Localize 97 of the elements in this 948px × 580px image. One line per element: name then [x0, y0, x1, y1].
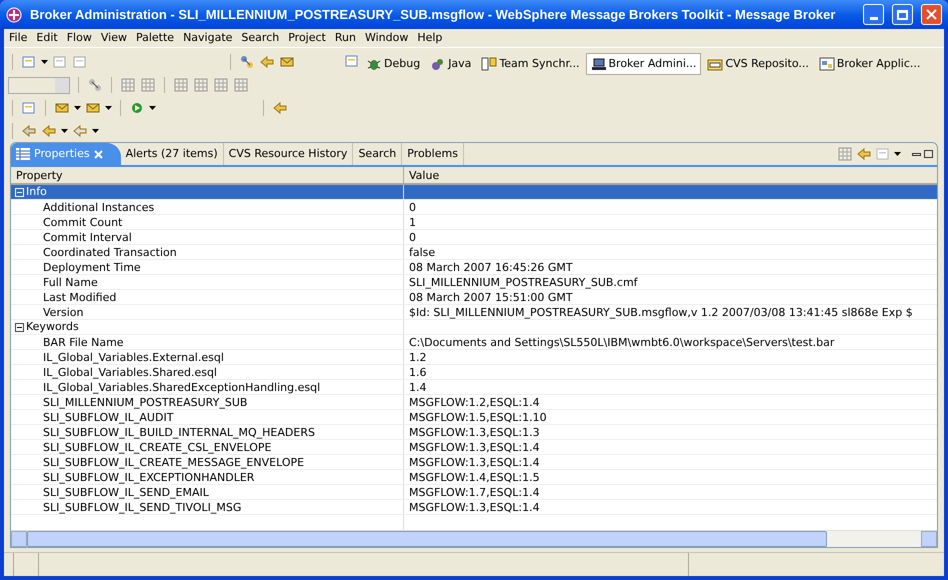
collapse-icon[interactable]	[15, 322, 24, 332]
menu-item[interactable]: Edit	[36, 30, 58, 46]
dropdown-arrow-icon[interactable]	[149, 106, 156, 110]
property-value: MSGFLOW:1.2,ESQL:1.4	[409, 396, 540, 409]
property-name: SLI_SUBFLOW_IL_AUDIT	[43, 411, 174, 424]
dropdown-arrow-icon[interactable]	[61, 129, 68, 133]
perspective-tab[interactable]: Broker Applic...	[814, 53, 924, 75]
application-icon	[818, 56, 835, 72]
menu-item[interactable]: View	[100, 30, 127, 46]
menu-item[interactable]: Window	[364, 30, 408, 46]
property-value: 08 March 2007 16:45:26 GMT	[409, 261, 573, 274]
menu-item[interactable]: Navigate	[183, 30, 232, 46]
back-icon[interactable]	[21, 123, 37, 139]
perspective-tab[interactable]: Debug	[362, 53, 424, 75]
close-icon[interactable]	[926, 9, 937, 20]
property-value: MSGFLOW:1.7,ESQL:1.4	[409, 486, 540, 499]
property-name: Full Name	[43, 276, 98, 289]
menu-item[interactable]: Help	[417, 30, 442, 46]
property-name: Additional Instances	[43, 201, 154, 214]
view-tab[interactable]: Alerts (27 items)	[120, 143, 224, 165]
close-button[interactable]	[921, 4, 942, 25]
horizontal-scrollbar[interactable]	[11, 530, 937, 547]
grid-icon[interactable]	[140, 77, 156, 93]
arrow-icon[interactable]	[259, 54, 275, 70]
perspective-tab[interactable]: CVS Reposito...	[703, 53, 813, 75]
column-header[interactable]: Value	[404, 167, 937, 183]
property-name: Commit Count	[43, 216, 122, 229]
menu-item[interactable]: Search	[241, 30, 280, 46]
property-name: SLI_SUBFLOW_IL_SEND_TIVOLI_MSG	[43, 501, 242, 514]
property-value: 1.2	[409, 351, 426, 364]
minimize-button[interactable]	[863, 4, 884, 25]
perspective-tab[interactable]: Team Synchr...	[477, 53, 584, 75]
menu-item[interactable]: Palette	[136, 30, 174, 46]
property-value: 0	[409, 201, 416, 214]
property-value: MSGFLOW:1.3,ESQL:1.4	[409, 501, 540, 514]
property-name: SLI_SUBFLOW_IL_EXCEPTIONHANDLER	[43, 471, 254, 484]
property-name: Deployment Time	[43, 261, 141, 274]
property-value: SLI_MILLENNIUM_POSTREASURY_SUB.cmf	[409, 276, 638, 289]
property-value: MSGFLOW:1.3,ESQL:1.3	[409, 426, 540, 439]
perspective-tab[interactable]: Java	[426, 53, 476, 75]
maximize-icon[interactable]	[924, 150, 933, 158]
dropdown-arrow-icon[interactable]	[74, 106, 81, 110]
close-icon[interactable]	[94, 150, 103, 158]
property-value: MSGFLOW:1.5,ESQL:1.10	[409, 411, 547, 424]
view-tab[interactable]: CVS Resource History	[224, 143, 354, 165]
table-icon	[16, 148, 30, 160]
sync-icon	[481, 56, 498, 72]
property-name: SLI_SUBFLOW_IL_CREATE_CSL_ENVELOPE	[43, 441, 272, 454]
group-row[interactable]: Info	[11, 185, 937, 200]
property-value: MSGFLOW:1.3,ESQL:1.4	[409, 441, 540, 454]
menu-item[interactable]: File	[9, 30, 28, 46]
menu-item[interactable]: Flow	[66, 30, 92, 46]
property-value: 1.4	[409, 381, 426, 394]
laptop-icon	[590, 56, 606, 72]
perspective-tab[interactable]: Broker Admini...	[586, 53, 702, 75]
dropdown-arrow-icon[interactable]	[105, 106, 112, 110]
property-value: C:\Documents and Settings\SL550L\IBM\wmbt6.0\workspace\Servers\test.bar	[409, 336, 834, 349]
run-icon[interactable]	[129, 100, 145, 116]
dropdown-arrow-icon[interactable]	[92, 129, 99, 133]
connect-icon[interactable]	[87, 77, 103, 93]
property-value: MSGFLOW:1.3,ESQL:1.4	[409, 456, 540, 469]
window-title: Broker Administration - SLI_MILLENNIUM_POSTREASURY_SUB.msgflow - WebSphere Message Brokers Toolkit - Message Broker	[30, 6, 836, 24]
property-name: SLI_MILLENNIUM_POSTREASURY_SUB	[43, 396, 248, 409]
property-value: false	[409, 246, 436, 259]
group-row[interactable]: Keywords	[11, 320, 937, 335]
menu-item[interactable]: Project	[288, 30, 326, 46]
property-name: SLI_SUBFLOW_IL_BUILD_INTERNAL_MQ_HEADERS	[43, 426, 315, 439]
flow-icon[interactable]	[239, 54, 255, 70]
property-value: $Id: SLI_MILLENNIUM_POSTREASURY_SUB.msgflow,v 1.2 2007/03/08 13:41:45 sl868e Exp $	[409, 306, 913, 319]
view-tab[interactable]: Problems	[402, 143, 464, 165]
property-value: 08 March 2007 15:51:00 GMT	[409, 291, 573, 304]
property-value: MSGFLOW:1.4,ESQL:1.5	[409, 471, 540, 484]
property-name: Commit Interval	[43, 231, 132, 244]
property-name: SLI_SUBFLOW_IL_SEND_EMAIL	[43, 486, 209, 499]
dropdown-arrow-icon[interactable]	[41, 60, 48, 64]
property-value: 0	[409, 231, 416, 244]
group-label: Info	[26, 185, 47, 200]
grid-icon[interactable]	[120, 77, 136, 93]
property-name: SLI_SUBFLOW_IL_CREATE_MESSAGE_ENVELOPE	[43, 456, 304, 469]
menu-item[interactable]: Run	[334, 30, 356, 46]
view-tab[interactable]: Search	[353, 143, 402, 165]
group-label: Keywords	[26, 318, 79, 335]
property-name: IL_Global_Variables.Shared.esql	[43, 366, 217, 379]
minimize-icon[interactable]	[912, 152, 921, 156]
property-name: Last Modified	[43, 291, 116, 304]
combo-box[interactable]	[8, 76, 70, 94]
maximize-button[interactable]	[892, 4, 913, 25]
app-icon	[6, 6, 22, 22]
property-name: Coordinated Transaction	[43, 246, 177, 259]
property-name: IL_Global_Variables.External.esql	[43, 351, 224, 364]
property-value: 1.6	[409, 366, 426, 379]
property-name: Version	[43, 306, 84, 319]
dropdown-arrow-icon[interactable]	[894, 152, 901, 156]
property-name: IL_Global_Variables.SharedExceptionHandling.esql	[43, 381, 320, 394]
property-name: BAR File Name	[43, 336, 124, 349]
property-value: 1	[409, 216, 416, 229]
column-header[interactable]: Property	[11, 167, 404, 183]
